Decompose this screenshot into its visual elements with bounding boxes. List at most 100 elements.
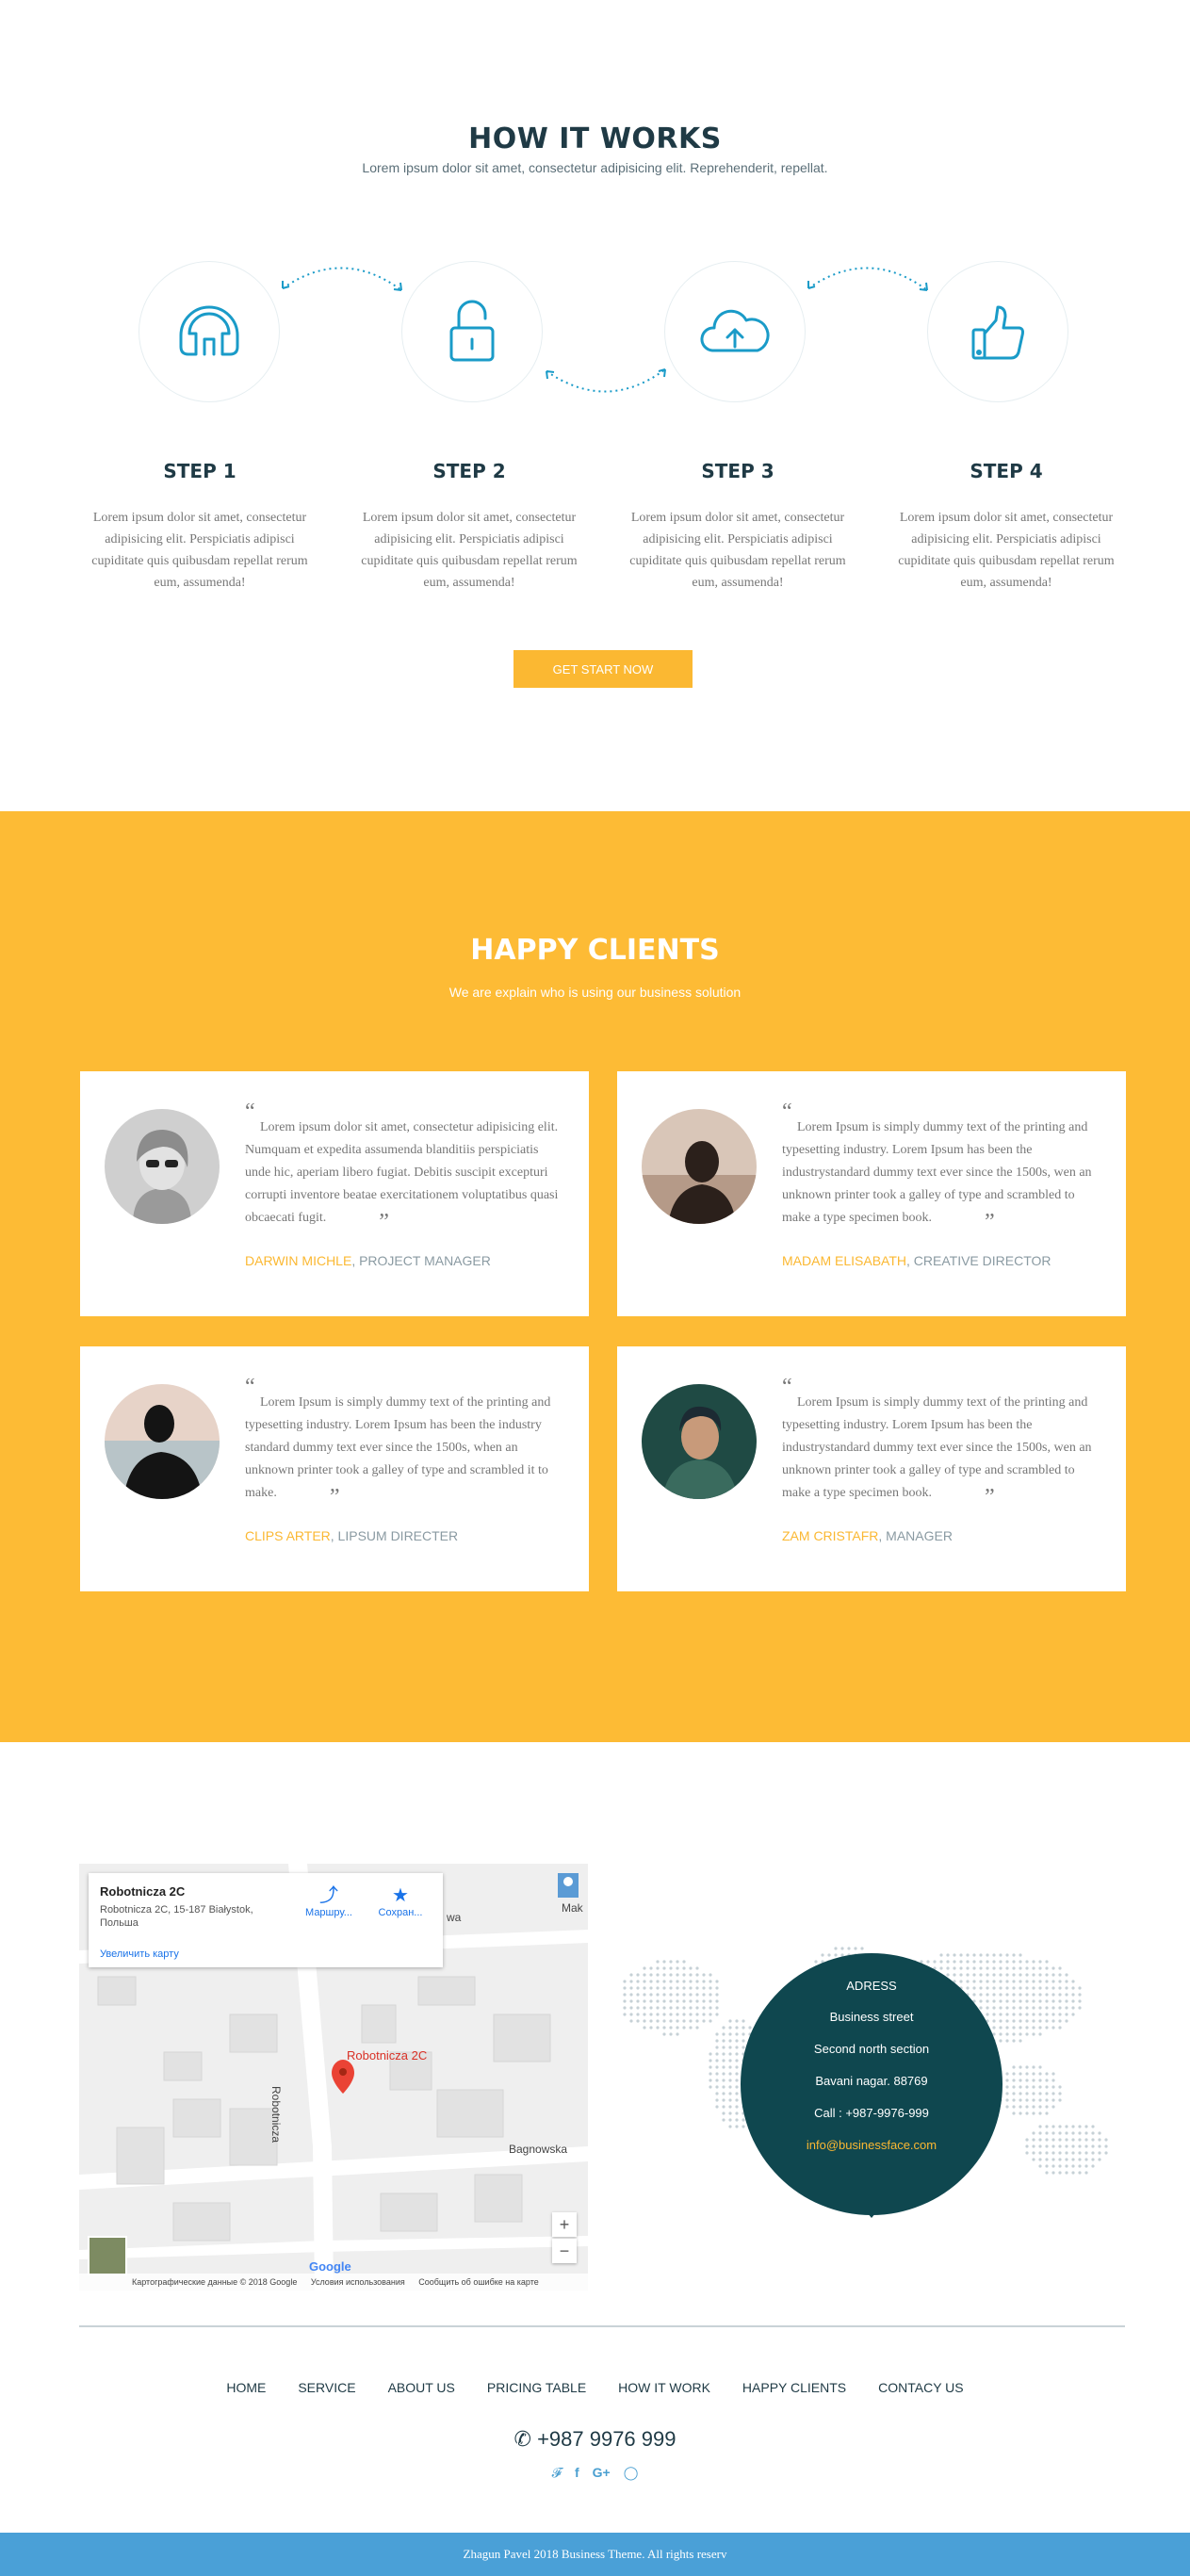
map-footer: Картографические данные © 2018 Google Ус… bbox=[79, 2274, 588, 2291]
happy-clients-title: HAPPY CLIENTS bbox=[470, 934, 720, 967]
nav-link-contact-us[interactable]: CONTACY US bbox=[878, 2380, 964, 2395]
author-name: MADAM ELISABATH bbox=[782, 1253, 906, 1268]
step-4-circle bbox=[927, 261, 1068, 402]
step-3-circle bbox=[664, 261, 806, 402]
happy-clients-subtitle: We are explain who is using our business… bbox=[448, 985, 742, 1000]
map-street-label: Mak bbox=[562, 1901, 583, 1915]
map-enlarge-link[interactable]: Увеличить карту bbox=[100, 1948, 179, 1960]
avatar bbox=[105, 1384, 220, 1499]
step-3-text: Lorem ipsum dolor sit amet, consectetur … bbox=[629, 511, 846, 590]
copyright-bar: Zhagun Pavel 2018 Business Theme. All ri… bbox=[0, 2533, 1190, 2576]
step-4-text: Lorem ipsum dolor sit amet, consectetur … bbox=[898, 511, 1115, 590]
address-heading: ADRESS bbox=[846, 1979, 897, 1993]
quote-close-icon: ” bbox=[379, 1210, 389, 1234]
map-place-title: Robotnicza 2C bbox=[100, 1884, 186, 1899]
map-data-credit: Картографические данные © 2018 Google bbox=[132, 2277, 298, 2287]
step-2-title: STEP 2 bbox=[432, 460, 506, 482]
author-name: DARWIN MICHLE bbox=[245, 1253, 352, 1268]
map-place-address: Robotnicza 2C, 15-187 Białystok, Польша bbox=[100, 1904, 253, 1929]
nav-link-service[interactable]: SERVICE bbox=[298, 2380, 355, 2395]
happy-clients-section: HAPPY CLIENTS We are explain who is usin… bbox=[0, 811, 1190, 1742]
testimonial-author: CLIPS ARTER, LIPSUM DIRECTER bbox=[245, 1528, 458, 1543]
cloud-upload-icon bbox=[700, 309, 770, 352]
how-it-works-section: HOW IT WORKS Lorem ipsum dolor sit amet,… bbox=[0, 0, 1190, 811]
testimonial-quote: Lorem Ipsum is simply dummy text of the … bbox=[782, 1395, 1092, 1509]
author-role: , CREATIVE DIRECTOR bbox=[906, 1253, 1051, 1268]
map-street-label: Robotnicza bbox=[269, 2086, 283, 2144]
avatar bbox=[642, 1384, 757, 1499]
author-name: ZAM CRISTAFR bbox=[782, 1528, 879, 1543]
address-line: Business street bbox=[829, 2010, 914, 2024]
step-1-circle bbox=[139, 261, 280, 402]
twitter-icon[interactable]: 𝓕 bbox=[552, 2465, 562, 2481]
map-terms-link[interactable]: Условия использования bbox=[311, 2277, 405, 2287]
facebook-icon[interactable]: f bbox=[575, 2465, 579, 2481]
google-plus-icon[interactable]: G+ bbox=[593, 2465, 611, 2481]
testimonial-author: MADAM ELISABATH, CREATIVE DIRECTOR bbox=[782, 1253, 1051, 1268]
address-bubble-tail bbox=[862, 2207, 881, 2218]
step-3-title: STEP 3 bbox=[701, 460, 774, 482]
unlock-icon bbox=[449, 300, 495, 362]
author-role: , LIPSUM DIRECTER bbox=[330, 1528, 459, 1543]
testimonial-card: “ Lorem Ipsum is simply dummy text of th… bbox=[617, 1071, 1126, 1316]
nav-link-pricing-table[interactable]: PRICING TABLE bbox=[487, 2380, 586, 2395]
directions-icon: ⤴ bbox=[319, 1885, 338, 1906]
nav-link-about-us[interactable]: ABOUT US bbox=[388, 2380, 455, 2395]
instagram-icon[interactable]: ◯ bbox=[624, 2465, 639, 2481]
nav-link-how-it-work[interactable]: HOW IT WORK bbox=[618, 2380, 710, 2395]
author-role: , MANAGER bbox=[878, 1528, 953, 1543]
map-route-button[interactable]: ⤴ Маршру... bbox=[296, 1884, 362, 1918]
map-pin-label: Robotnicza 2C bbox=[347, 2048, 428, 2062]
step-4-title: STEP 4 bbox=[970, 460, 1043, 482]
step-1-title: STEP 1 bbox=[163, 460, 236, 482]
how-it-works-title: HOW IT WORKS bbox=[468, 122, 722, 155]
testimonial-quote: Lorem Ipsum is simply dummy text of the … bbox=[245, 1395, 551, 1509]
author-name: CLIPS ARTER bbox=[245, 1528, 331, 1543]
nav-link-home[interactable]: HOME bbox=[226, 2380, 266, 2395]
map-street-label: Bagnowska bbox=[509, 2143, 568, 2156]
how-it-works-subtitle: Lorem ipsum dolor sit amet, consectetur … bbox=[362, 160, 828, 175]
google-logo: Google bbox=[309, 2259, 351, 2274]
footer-nav: HOME SERVICE ABOUT US PRICING TABLE HOW … bbox=[0, 2380, 1190, 2395]
testimonial-card: “ Lorem Ipsum is simply dummy text of th… bbox=[617, 1346, 1126, 1591]
quote-close-icon: ” bbox=[985, 1210, 995, 1234]
footer-phone-number: +987 9976 999 bbox=[537, 2427, 677, 2451]
arrow-step3-to-step4 bbox=[807, 267, 928, 291]
step-2-circle bbox=[401, 261, 543, 402]
author-role: , PROJECT MANAGER bbox=[351, 1253, 491, 1268]
map-save-button[interactable]: ★ Сохран... bbox=[367, 1884, 433, 1918]
footer-phone: ✆ +987 9976 999 bbox=[0, 2427, 1190, 2452]
address-phone: Call : +987-9976-999 bbox=[814, 2106, 929, 2120]
nav-link-happy-clients[interactable]: HAPPY CLIENTS bbox=[742, 2380, 846, 2395]
testimonial-quote: Lorem Ipsum is simply dummy text of the … bbox=[782, 1120, 1092, 1234]
testimonial-quote: Lorem ipsum dolor sit amet, consectetur … bbox=[245, 1120, 559, 1234]
phone-icon: ✆ bbox=[513, 2427, 531, 2451]
testimonial-card: “ Lorem Ipsum is simply dummy text of th… bbox=[80, 1346, 589, 1591]
footer-divider bbox=[79, 2325, 1125, 2327]
google-map[interactable]: Robotnicza 2C Robotnicza 2C, 15-187 Biał… bbox=[79, 1864, 588, 2291]
map-place-card: Robotnicza 2C Robotnicza 2C, 15-187 Biał… bbox=[89, 1873, 443, 1967]
social-links: 𝓕 f G+ ◯ bbox=[0, 2465, 1190, 2481]
headset-icon bbox=[179, 305, 239, 356]
arrow-step2-to-step3 bbox=[546, 368, 666, 393]
map-zoom-out-button[interactable]: − bbox=[552, 2239, 577, 2263]
map-street-label: wa bbox=[447, 1911, 462, 1924]
arrow-step1-to-step2 bbox=[282, 267, 402, 291]
avatar bbox=[105, 1109, 220, 1224]
testimonial-author: ZAM CRISTAFR, MANAGER bbox=[782, 1528, 953, 1543]
step-1-text: Lorem ipsum dolor sit amet, consectetur … bbox=[91, 511, 308, 590]
avatar bbox=[642, 1109, 757, 1224]
quote-close-icon: ” bbox=[985, 1485, 995, 1509]
step-2-text: Lorem ipsum dolor sit amet, consectetur … bbox=[361, 511, 578, 590]
testimonial-author: DARWIN MICHLE, PROJECT MANAGER bbox=[245, 1253, 491, 1268]
address-line: Bavani nagar. 88769 bbox=[815, 2074, 928, 2088]
map-report-link[interactable]: Сообщить об ошибке на карте bbox=[418, 2277, 538, 2287]
star-icon: ★ bbox=[392, 1885, 409, 1906]
address-line: Second north section bbox=[813, 2042, 930, 2056]
get-start-now-button[interactable]: GET START NOW bbox=[513, 650, 693, 688]
thumbs-up-icon bbox=[971, 305, 1024, 360]
address-email-link[interactable]: info@businessface.com bbox=[741, 2138, 1003, 2152]
quote-close-icon: ” bbox=[329, 1485, 340, 1509]
map-zoom-in-button[interactable]: + bbox=[552, 2212, 577, 2237]
testimonial-card: “ Lorem ipsum dolor sit amet, consectetu… bbox=[80, 1071, 589, 1316]
